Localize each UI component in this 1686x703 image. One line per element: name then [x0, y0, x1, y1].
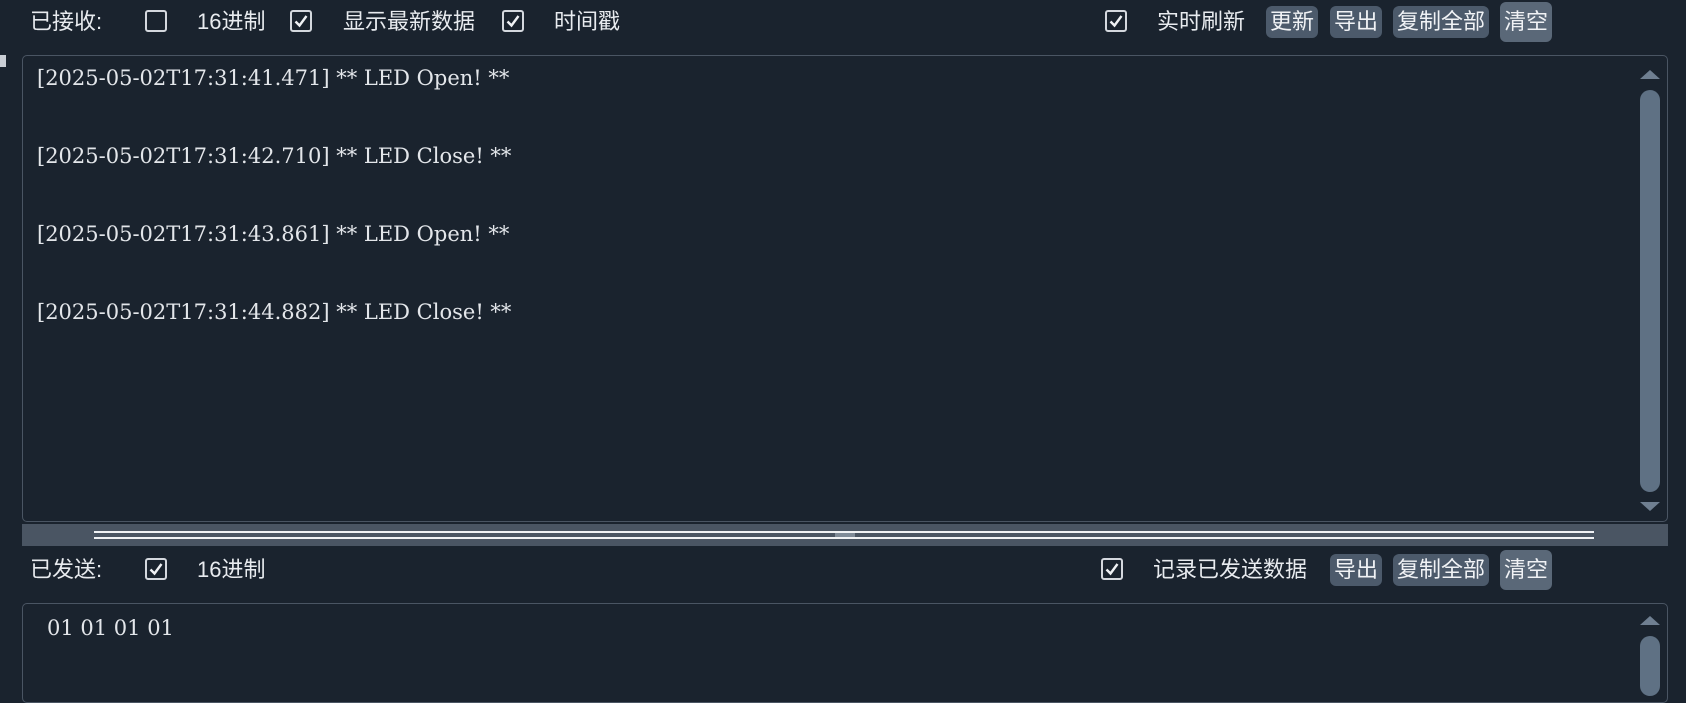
clear-button[interactable]: 清空	[1500, 2, 1552, 42]
timestamp-label[interactable]: 时间戳	[554, 9, 620, 35]
export-button[interactable]: 导出	[1330, 6, 1382, 38]
log-line: [2025-05-02T17:31:43.861] ** LED Open! *…	[37, 222, 510, 246]
log-line: [2025-05-02T17:31:41.471] ** LED Open! *…	[37, 66, 510, 90]
received-label: 已接收:	[30, 9, 103, 34]
sent-label: 已发送:	[30, 557, 103, 582]
scroll-up-arrow-icon[interactable]	[1640, 70, 1660, 79]
copy-all-button[interactable]: 复制全部	[1393, 6, 1489, 38]
update-button[interactable]: 更新	[1266, 6, 1318, 38]
hex-label[interactable]: 16进制	[197, 9, 265, 35]
timestamp-checkbox[interactable]	[502, 10, 524, 32]
received-log-panel[interactable]: [2025-05-02T17:31:41.471] ** LED Open! *…	[22, 55, 1668, 522]
sent-log-panel[interactable]: 01 01 01 01	[22, 603, 1668, 703]
checkbox-checked-icon	[1109, 15, 1123, 28]
record-sent-checkbox[interactable]	[1101, 558, 1123, 580]
received-scrollbar[interactable]	[1639, 66, 1661, 516]
sent-toolbar: 已发送: 16进制 记录已发送数据 导出 复制全部 清空	[0, 548, 1686, 592]
checkbox-checked-icon	[149, 563, 163, 576]
realtime-refresh-checkbox[interactable]	[1105, 10, 1127, 32]
log-line: [2025-05-02T17:31:44.882] ** LED Close! …	[37, 300, 512, 324]
sent-scrollbar[interactable]	[1639, 612, 1661, 702]
sent-copy-all-button[interactable]: 复制全部	[1393, 554, 1489, 586]
show-latest-checkbox[interactable]	[290, 10, 312, 32]
checkbox-checked-icon	[294, 15, 308, 28]
hex-checkbox[interactable]	[145, 10, 167, 32]
scroll-down-arrow-icon[interactable]	[1640, 502, 1660, 511]
sent-hex-checkbox[interactable]	[145, 558, 167, 580]
panel-splitter[interactable]	[22, 524, 1668, 546]
window-edge	[0, 55, 6, 67]
scroll-thumb[interactable]	[1640, 90, 1660, 492]
record-sent-label[interactable]: 记录已发送数据	[1153, 557, 1307, 583]
sent-export-button[interactable]: 导出	[1330, 554, 1382, 586]
checkbox-checked-icon	[506, 15, 520, 28]
sent-clear-button[interactable]: 清空	[1500, 550, 1552, 590]
scroll-up-arrow-icon[interactable]	[1640, 616, 1660, 625]
realtime-refresh-label[interactable]: 实时刷新	[1157, 9, 1245, 35]
sent-content: 01 01 01 01	[47, 616, 174, 640]
scroll-thumb[interactable]	[1640, 636, 1660, 696]
sent-hex-label[interactable]: 16进制	[197, 557, 265, 583]
checkbox-checked-icon	[1105, 563, 1119, 576]
show-latest-label[interactable]: 显示最新数据	[343, 9, 475, 35]
splitter-line	[94, 537, 1594, 539]
log-line: [2025-05-02T17:31:42.710] ** LED Close! …	[37, 144, 512, 168]
splitter-grip[interactable]	[835, 533, 855, 537]
received-toolbar: 已接收: 16进制 显示最新数据 时间戳 实时刷新 更新 导出 复制全部 清空	[0, 0, 1686, 44]
